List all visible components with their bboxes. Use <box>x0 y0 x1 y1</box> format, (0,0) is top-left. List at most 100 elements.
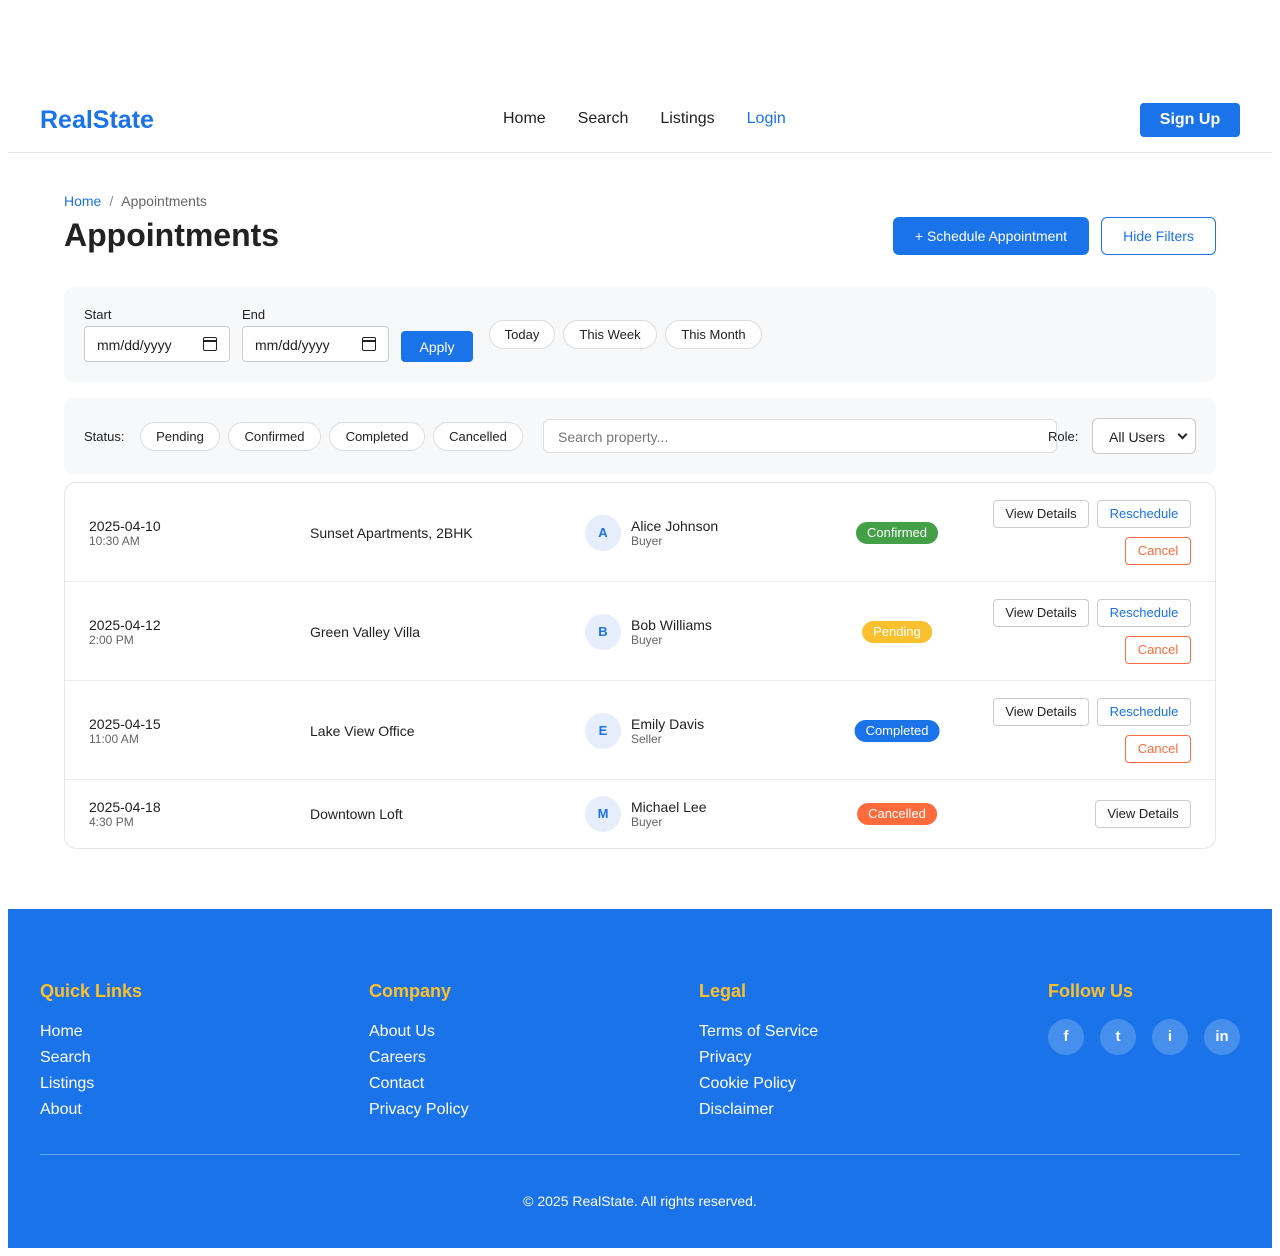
appointment-date: 2025-04-12 <box>89 617 161 633</box>
role-label: Role: <box>1048 429 1079 444</box>
user-name: Bob Williams <box>631 617 712 633</box>
status-filter-completed[interactable]: Completed <box>329 422 425 451</box>
footer-link-listings[interactable]: Listings <box>40 1071 142 1097</box>
search-property-input[interactable]: Search property... <box>543 419 1057 453</box>
status-filter-panel: Status: Pending Confirmed Completed Canc… <box>64 398 1216 474</box>
user-name: Alice Johnson <box>631 518 719 534</box>
avatar: E <box>585 713 621 749</box>
property-name[interactable]: Downtown Loft <box>310 806 403 822</box>
appointments-table: 2025-04-10 10:30 AM Sunset Apartments, 2… <box>64 482 1216 849</box>
table-row: 2025-04-12 2:00 PM Green Valley Villa B … <box>65 582 1215 681</box>
status-filter-confirmed[interactable]: Confirmed <box>228 422 321 451</box>
appointment-time: 10:30 AM <box>89 534 140 548</box>
view-details-button[interactable]: View Details <box>1095 800 1191 828</box>
view-details-button[interactable]: View Details <box>993 599 1089 627</box>
status-filter-pending[interactable]: Pending <box>140 422 220 451</box>
table-row: 2025-04-18 4:30 PM Downtown Loft M Micha… <box>65 780 1215 848</box>
end-date-value: mm/dd/yyyy <box>255 337 330 353</box>
role-select[interactable]: All Users <box>1092 418 1196 454</box>
site-footer: Quick Links Home Search Listings About C… <box>8 909 1272 1248</box>
footer-link-home[interactable]: Home <box>40 1019 142 1045</box>
footer-heading: Quick Links <box>40 981 143 1001</box>
quick-range-this-week[interactable]: This Week <box>563 320 657 349</box>
cancel-button[interactable]: Cancel <box>1125 537 1191 565</box>
user-role: Buyer <box>631 534 663 548</box>
quick-range-this-month[interactable]: This Month <box>665 320 762 349</box>
breadcrumb-current: Appointments <box>121 193 207 209</box>
footer-link-careers[interactable]: Careers <box>369 1045 469 1071</box>
start-date-input[interactable]: mm/dd/yyyy <box>84 326 230 362</box>
sign-up-button[interactable]: Sign Up <box>1140 103 1240 137</box>
chevron-down-icon <box>1177 429 1188 440</box>
reschedule-button[interactable]: Reschedule <box>1097 500 1191 528</box>
instagram-icon[interactable]: i <box>1152 1019 1188 1055</box>
nav-home[interactable]: Home <box>503 110 546 128</box>
status-label: Status: <box>84 429 125 444</box>
user-role: Seller <box>631 732 662 746</box>
avatar: M <box>585 796 621 832</box>
footer-link-disclaimer[interactable]: Disclaimer <box>699 1097 818 1123</box>
hide-filters-button[interactable]: Hide Filters <box>1101 217 1216 255</box>
appointment-date: 2025-04-10 <box>89 518 161 534</box>
date-filter-panel: Start mm/dd/yyyy End mm/dd/yyyy Apply To… <box>64 287 1216 382</box>
logo[interactable]: RealState <box>40 106 154 135</box>
main-nav: Home Search Listings Login <box>503 110 786 128</box>
calendar-icon[interactable] <box>362 337 376 351</box>
view-details-button[interactable]: View Details <box>993 500 1089 528</box>
breadcrumb-home[interactable]: Home <box>64 193 101 209</box>
cancel-button[interactable]: Cancel <box>1125 636 1191 664</box>
nav-search[interactable]: Search <box>578 110 629 128</box>
quick-range-today[interactable]: Today <box>489 320 555 349</box>
footer-link-contact[interactable]: Contact <box>369 1071 469 1097</box>
facebook-icon[interactable]: f <box>1048 1019 1084 1055</box>
footer-link-terms[interactable]: Terms of Service <box>699 1019 818 1045</box>
footer-link-about-us[interactable]: About Us <box>369 1019 469 1045</box>
property-name[interactable]: Sunset Apartments, 2BHK <box>310 525 473 541</box>
footer-heading: Company <box>369 981 452 1001</box>
footer-divider <box>40 1154 1240 1155</box>
user-role: Buyer <box>631 633 663 647</box>
footer-link-privacy-policy[interactable]: Privacy Policy <box>369 1097 469 1123</box>
property-name[interactable]: Green Valley Villa <box>310 624 420 640</box>
page-title: Appointments <box>64 217 280 253</box>
end-date-input[interactable]: mm/dd/yyyy <box>242 326 389 362</box>
social-links: f t i in <box>1048 1019 1240 1055</box>
footer-link-privacy[interactable]: Privacy <box>699 1045 818 1071</box>
apply-button[interactable]: Apply <box>401 331 473 362</box>
status-filter-cancelled[interactable]: Cancelled <box>433 422 523 451</box>
user-name: Michael Lee <box>631 799 707 815</box>
footer-follow-us: Follow Us f t i in <box>1048 981 1240 1055</box>
cancel-button[interactable]: Cancel <box>1125 735 1191 763</box>
role-select-value: All Users <box>1109 429 1166 445</box>
table-row: 2025-04-10 10:30 AM Sunset Apartments, 2… <box>65 483 1215 582</box>
view-details-button[interactable]: View Details <box>993 698 1089 726</box>
twitter-icon[interactable]: t <box>1100 1019 1136 1055</box>
calendar-icon[interactable] <box>203 337 217 351</box>
reschedule-button[interactable]: Reschedule <box>1097 698 1191 726</box>
reschedule-button[interactable]: Reschedule <box>1097 599 1191 627</box>
avatar: B <box>585 614 621 650</box>
nav-login[interactable]: Login <box>747 110 786 128</box>
nav-listings[interactable]: Listings <box>660 110 714 128</box>
appointment-date: 2025-04-18 <box>89 799 161 815</box>
appointment-time: 11:00 AM <box>89 732 139 746</box>
avatar: A <box>585 515 621 551</box>
status-badge: Confirmed <box>856 522 938 544</box>
start-date-value: mm/dd/yyyy <box>97 337 172 353</box>
property-name[interactable]: Lake View Office <box>310 723 415 739</box>
linkedin-icon[interactable]: in <box>1204 1019 1240 1055</box>
footer-link-cookie-policy[interactable]: Cookie Policy <box>699 1071 818 1097</box>
copyright: © 2025 RealState. All rights reserved. <box>523 1193 757 1209</box>
footer-company: Company About Us Careers Contact Privacy… <box>369 981 469 1123</box>
footer-link-about[interactable]: About <box>40 1097 142 1123</box>
footer-heading: Follow Us <box>1048 981 1133 1001</box>
appointment-date: 2025-04-15 <box>89 716 161 732</box>
status-badge: Cancelled <box>857 803 937 825</box>
table-row: 2025-04-15 11:00 AM Lake View Office E E… <box>65 681 1215 780</box>
breadcrumb: Home / Appointments <box>64 193 207 209</box>
footer-quick-links: Quick Links Home Search Listings About <box>40 981 142 1123</box>
footer-legal: Legal Terms of Service Privacy Cookie Po… <box>699 981 818 1123</box>
breadcrumb-separator: / <box>109 193 114 209</box>
footer-link-search[interactable]: Search <box>40 1045 142 1071</box>
schedule-appointment-button[interactable]: + Schedule Appointment <box>893 217 1089 255</box>
